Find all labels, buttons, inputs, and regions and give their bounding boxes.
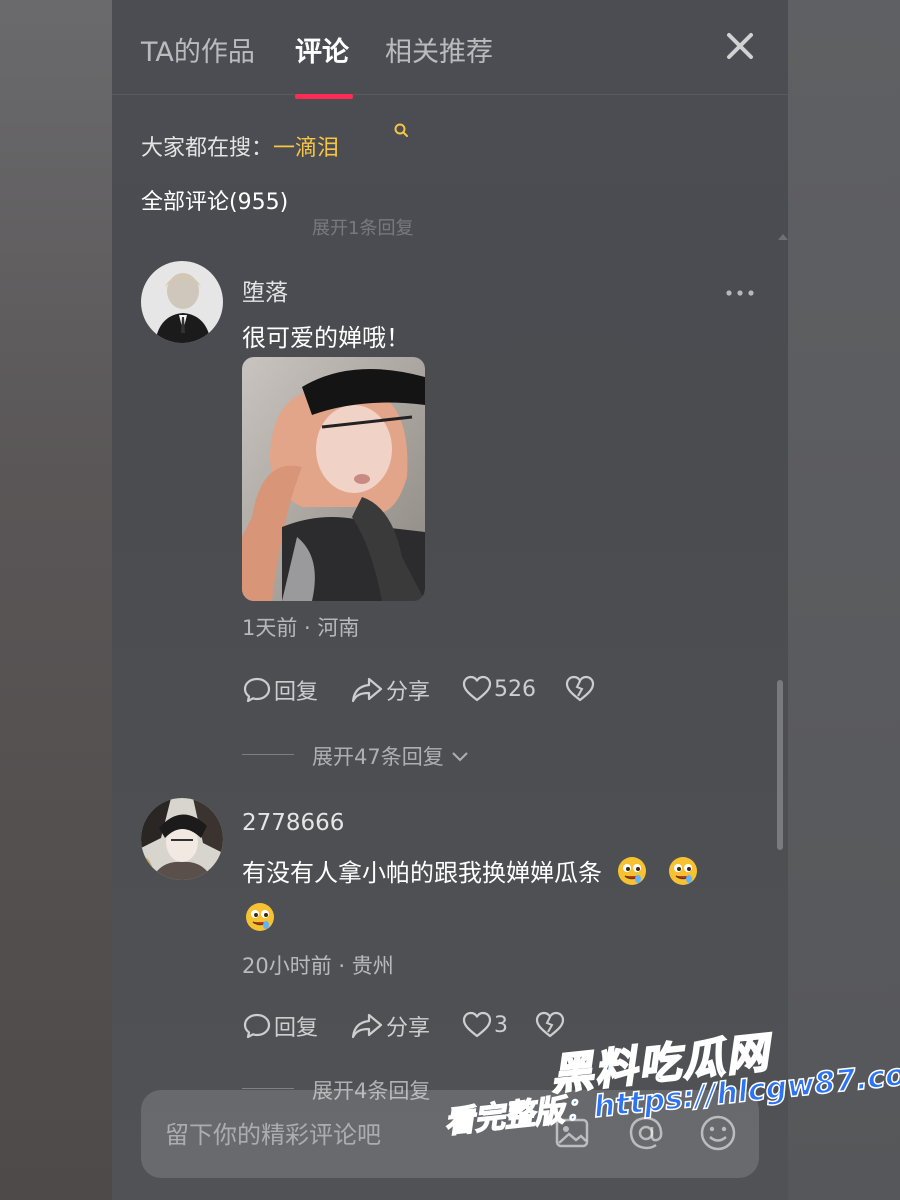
avatar[interactable] (141, 261, 223, 343)
comment-panel: TA的作品 评论 相关推荐 大家都在搜：一滴泪 全部评论(955) 展开1条回复… (112, 0, 788, 1200)
expand-divider (242, 1088, 294, 1089)
reply-label: 回复 (274, 1016, 319, 1041)
like-count: 3 (494, 1012, 508, 1038)
trending-search: 大家都在搜：一滴泪 (141, 123, 408, 162)
share-label: 分享 (386, 1016, 431, 1041)
like-button[interactable]: 3 (462, 1010, 508, 1040)
broken-heart-icon (565, 675, 595, 702)
broken-heart-icon (535, 1011, 565, 1038)
tab-works[interactable]: TA的作品 (141, 30, 255, 69)
dislike-button[interactable] (535, 1010, 565, 1040)
comment-image[interactable] (242, 357, 425, 601)
scrollbar[interactable] (777, 680, 783, 850)
trending-search-keyword[interactable]: 一滴泪 (273, 136, 339, 161)
comment-actions: 回复 分享 526 (242, 674, 642, 706)
expand-replies-button[interactable]: 展开47条回复 (312, 741, 470, 771)
comment-username[interactable]: 2778666 (242, 810, 344, 836)
background-right (788, 0, 900, 1200)
emoji-icon[interactable] (697, 1112, 739, 1154)
reply-label: 回复 (274, 680, 319, 705)
scroll-up-arrow[interactable] (778, 234, 788, 240)
heart-icon (462, 1011, 492, 1038)
like-button[interactable]: 526 (462, 674, 536, 704)
tab-comments[interactable]: 评论 (295, 30, 349, 69)
comment-text: 有没有人拿小帕的跟我换婵婵瓜条 (242, 850, 742, 942)
dislike-button[interactable] (565, 674, 595, 704)
like-count: 526 (494, 676, 536, 702)
expand-replies-label: 展开47条回复 (312, 745, 444, 769)
reply-button[interactable]: 回复 (242, 674, 318, 706)
avatar[interactable] (141, 798, 223, 880)
share-icon (351, 677, 383, 703)
comment-text-content: 有没有人拿小帕的跟我换婵婵瓜条 (242, 859, 602, 887)
comment-meta: 1天前 · 河南 (242, 616, 360, 640)
comment-text: 很可爱的婵哦！ (242, 324, 410, 352)
heart-icon (462, 675, 492, 702)
reply-icon (243, 677, 271, 703)
tab-indicator (295, 94, 353, 99)
reply-button[interactable]: 回复 (242, 1010, 318, 1042)
trending-search-label: 大家都在搜： (141, 136, 274, 161)
more-options-icon[interactable] (724, 286, 756, 300)
search-icon[interactable] (393, 122, 409, 138)
tab-bar: TA的作品 评论 相关推荐 (112, 0, 788, 99)
drooling-face-icon (669, 857, 698, 885)
comment-username[interactable]: 堕落 (242, 273, 288, 307)
share-button[interactable]: 分享 (350, 1010, 430, 1042)
expand-divider (242, 754, 294, 755)
share-icon (351, 1013, 383, 1039)
faded-expand-text: 展开1条回复 (312, 218, 414, 239)
comment-count: 全部评论(955) (141, 190, 289, 215)
tab-related[interactable]: 相关推荐 (385, 30, 493, 69)
comment-actions: 回复 分享 3 (242, 1010, 642, 1042)
drooling-face-icon (246, 903, 274, 931)
comment-meta: 20小时前 · 贵州 (242, 954, 394, 978)
share-label: 分享 (386, 680, 431, 705)
drooling-face-icon (617, 857, 646, 885)
chevron-down-icon (452, 752, 469, 762)
background-left (0, 0, 112, 1200)
share-button[interactable]: 分享 (350, 674, 430, 706)
reply-icon (243, 1013, 271, 1039)
close-icon[interactable] (722, 28, 758, 64)
